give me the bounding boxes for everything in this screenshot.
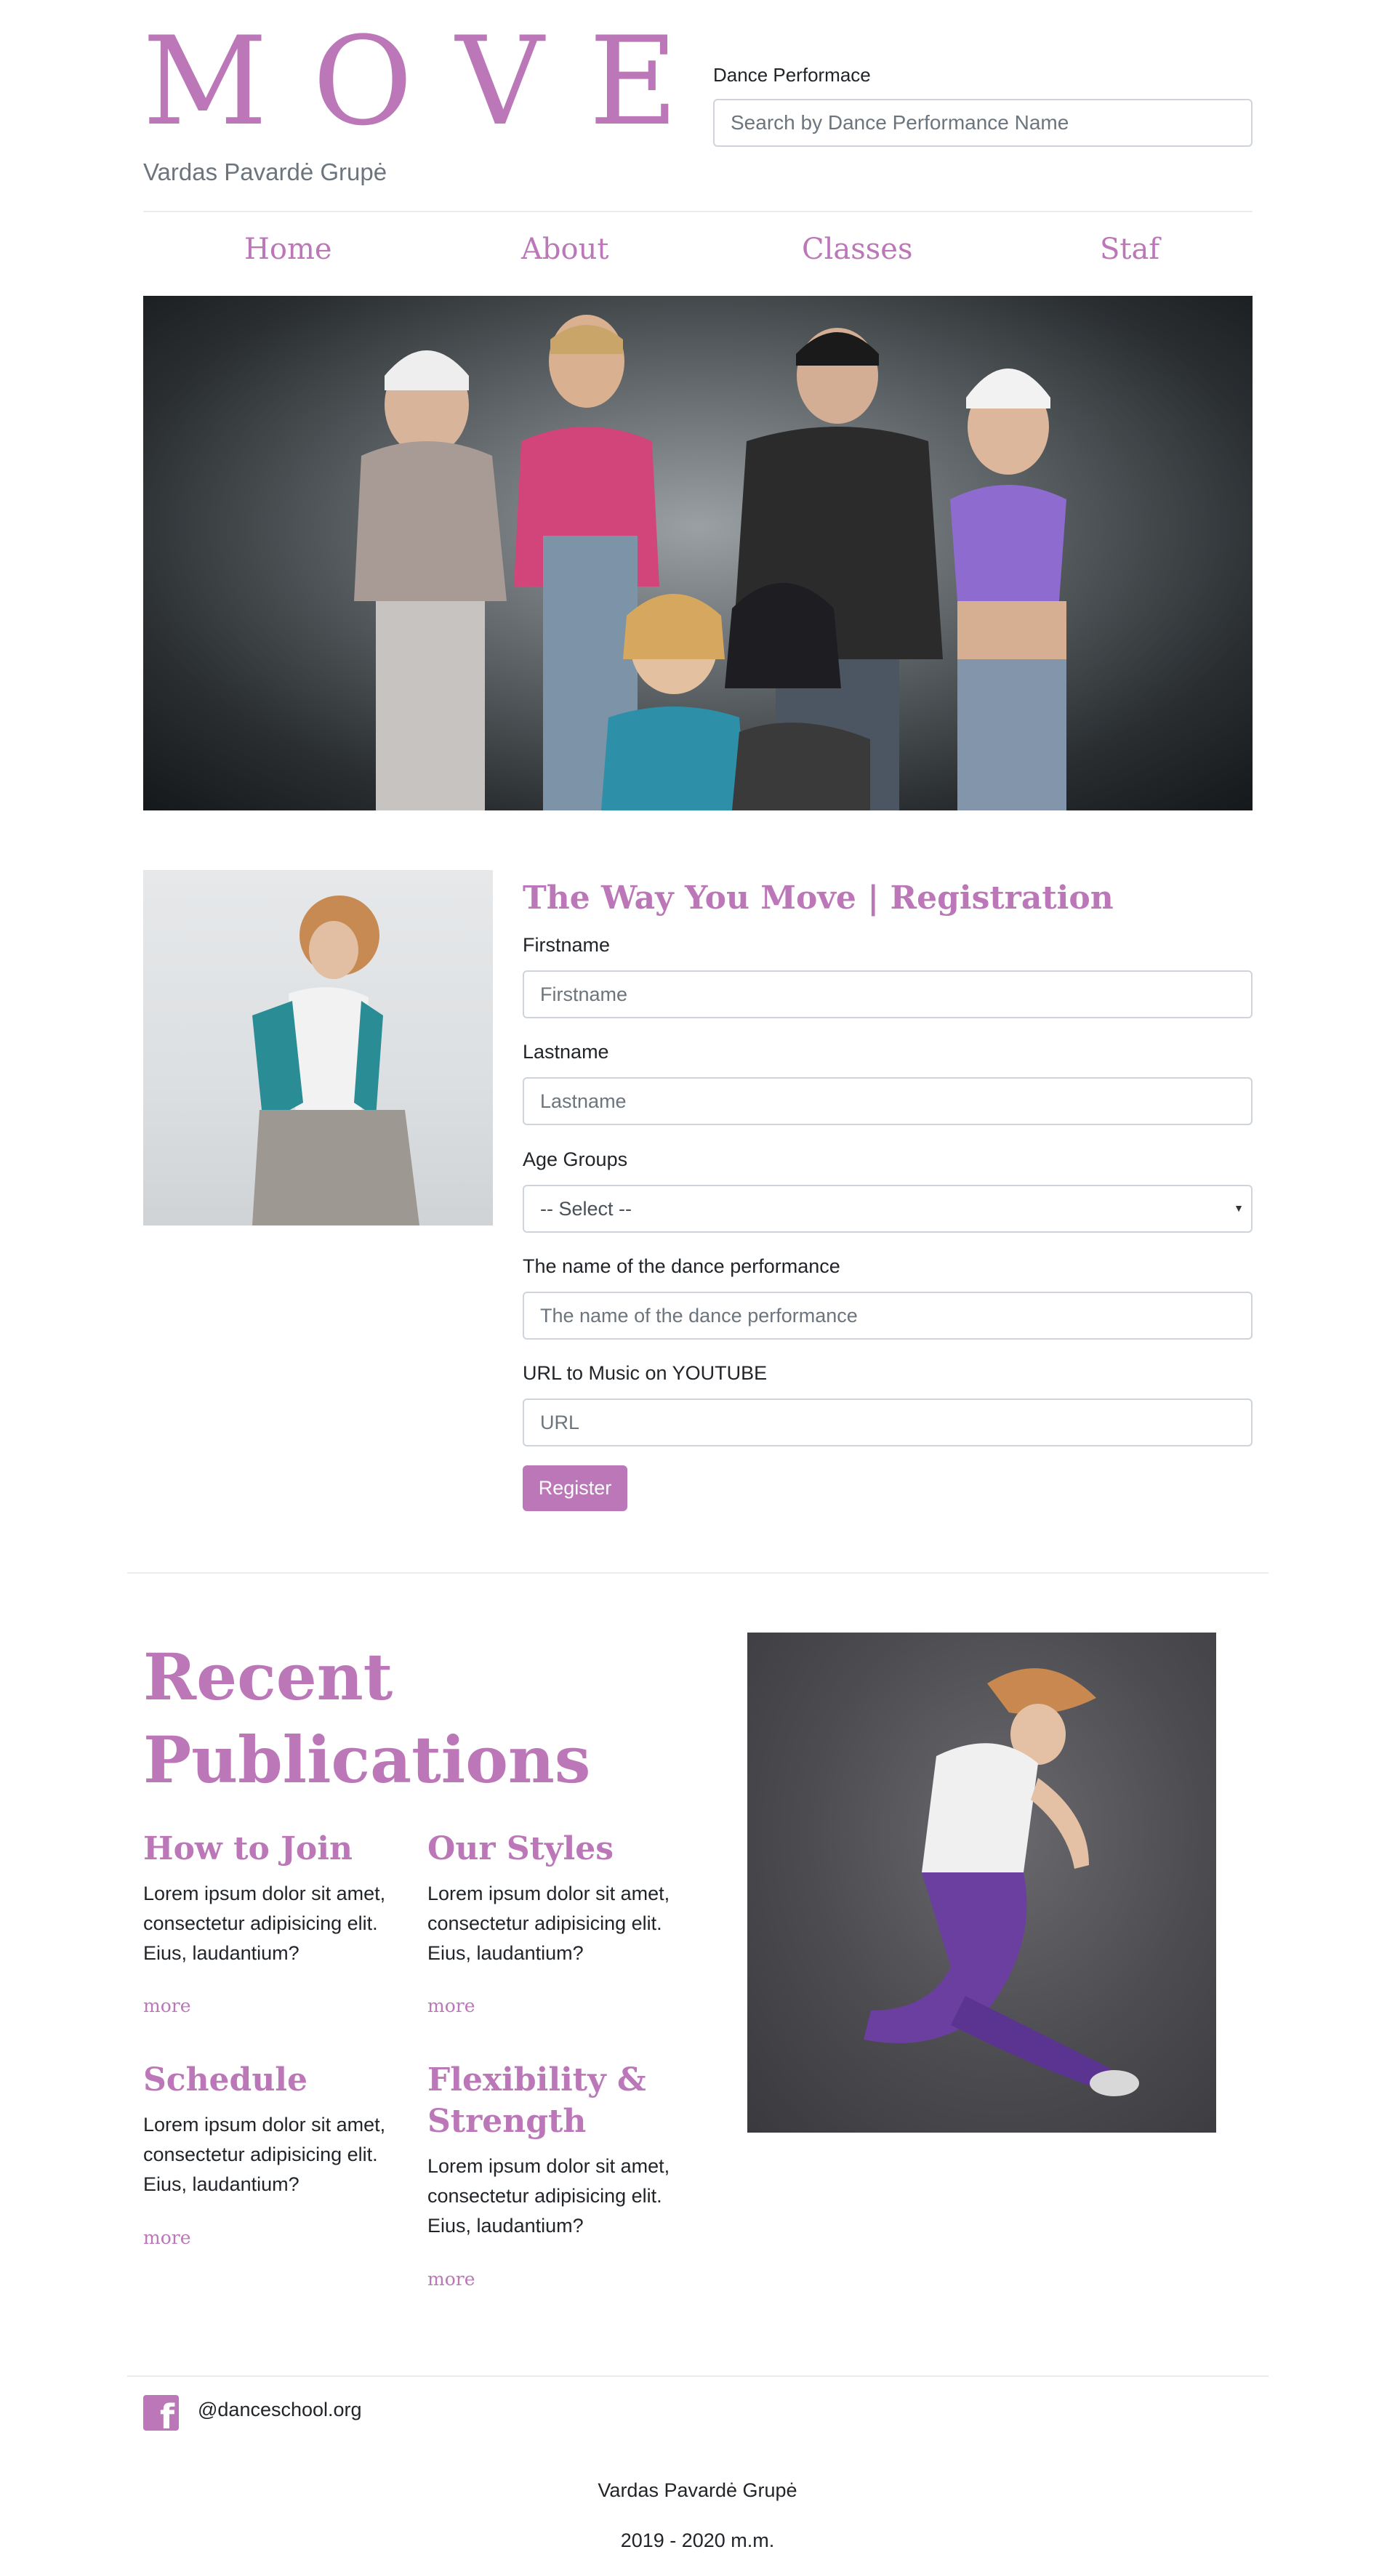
footer-author: Vardas Pavardė Grupė bbox=[598, 2479, 797, 2501]
dancer-figure bbox=[950, 369, 1066, 810]
age-groups-select[interactable]: -- Select -- ▼ bbox=[523, 1185, 1253, 1233]
jumping-dancer-photo bbox=[747, 1633, 1216, 2133]
footer-years: 2019 - 2020 m.m. bbox=[620, 2529, 775, 2551]
age-groups-selected: -- Select -- bbox=[540, 1198, 632, 1220]
nav-about[interactable]: About bbox=[521, 233, 608, 266]
publications-title: Recent Publications bbox=[143, 1639, 591, 1798]
pub-text: Lorem ipsum dolor sit amet, consectetur … bbox=[427, 1883, 670, 1964]
search-label: Dance Performace bbox=[713, 64, 871, 86]
nav-classes[interactable]: Classes bbox=[802, 233, 913, 266]
facebook-icon[interactable]: f bbox=[143, 2395, 179, 2434]
pub-heading-schedule: Schedule bbox=[143, 2061, 308, 2098]
register-button[interactable]: Register bbox=[523, 1465, 627, 1511]
footer-divider bbox=[127, 2375, 1269, 2377]
pub-more-link[interactable]: more bbox=[427, 1995, 475, 2016]
performance-name-label: The name of the dance performance bbox=[523, 1255, 840, 1277]
pub-text: Lorem ipsum dolor sit amet, consectetur … bbox=[143, 2114, 386, 2195]
lastname-label: Lastname bbox=[523, 1041, 609, 1063]
site-logo: MOVE bbox=[142, 10, 723, 153]
dancer-figure bbox=[354, 350, 507, 810]
pub-heading-flexibility-strength: Flexibility & Strength bbox=[427, 2061, 646, 2141]
nav-home[interactable]: Home bbox=[244, 233, 332, 266]
performance-name-field[interactable] bbox=[523, 1292, 1253, 1340]
pub-more-link[interactable]: more bbox=[143, 2227, 191, 2248]
firstname-label: Firstname bbox=[523, 934, 611, 956]
section-divider bbox=[127, 1572, 1269, 1574]
nav-staf[interactable]: Staf bbox=[1100, 233, 1159, 266]
pub-more-link[interactable]: more bbox=[427, 2269, 475, 2290]
hero-image bbox=[143, 296, 1253, 810]
search-input[interactable] bbox=[713, 99, 1253, 147]
youtube-url-label: URL to Music on YOUTUBE bbox=[523, 1362, 768, 1384]
solo-dancer-photo bbox=[143, 870, 493, 1225]
registration-title: The Way You Move | Registration bbox=[523, 880, 1114, 917]
header-divider bbox=[143, 211, 1253, 212]
social-handle: @danceschool.org bbox=[198, 2399, 362, 2420]
age-groups-label: Age Groups bbox=[523, 1148, 628, 1170]
pub-more-link[interactable]: more bbox=[143, 1995, 191, 2016]
pub-text: Lorem ipsum dolor sit amet, consectetur … bbox=[427, 2155, 670, 2237]
pub-heading-our-styles: Our Styles bbox=[427, 1830, 614, 1867]
pub-text: Lorem ipsum dolor sit amet, consectetur … bbox=[143, 1883, 386, 1964]
main-nav: Home About Classes Staf bbox=[143, 233, 1253, 281]
firstname-field[interactable] bbox=[523, 970, 1253, 1018]
chevron-down-icon: ▼ bbox=[1234, 1202, 1244, 1214]
youtube-url-field[interactable] bbox=[523, 1398, 1253, 1446]
pub-heading-how-to-join: How to Join bbox=[143, 1830, 353, 1867]
lastname-field[interactable] bbox=[523, 1077, 1253, 1125]
site-subtitle: Vardas Pavardė Grupė bbox=[143, 158, 387, 185]
